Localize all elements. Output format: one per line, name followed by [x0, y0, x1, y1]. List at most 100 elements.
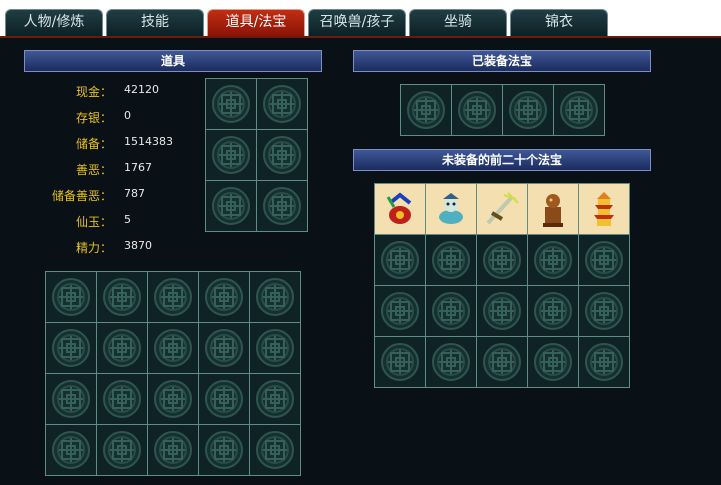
- empty-slot-medallion-icon: [256, 329, 294, 367]
- fabao-empty-slot[interactable]: [579, 235, 629, 285]
- stat-label: 精力：: [75, 241, 112, 255]
- stat-karma: 善恶： 1767: [40, 161, 220, 181]
- inventory-slot[interactable]: [46, 272, 96, 322]
- equipment-slot[interactable]: [206, 79, 256, 129]
- equipment-slot[interactable]: [206, 130, 256, 180]
- stat-value: 1514383: [124, 135, 173, 148]
- inventory-slot[interactable]: [46, 425, 96, 475]
- tab-bar: 人物/修炼 技能 道具/法宝 召唤兽/孩子 坐骑 锦衣: [0, 0, 721, 38]
- fabao-item-slot[interactable]: [528, 184, 578, 234]
- inventory-slot[interactable]: [97, 425, 147, 475]
- tab-skills[interactable]: 技能: [106, 9, 204, 36]
- empty-slot-medallion-icon: [483, 292, 521, 330]
- empty-slot-medallion-icon: [407, 91, 445, 129]
- inventory-slot[interactable]: [97, 272, 147, 322]
- stat-value: 5: [124, 213, 131, 226]
- fabao-item-slot[interactable]: [375, 184, 425, 234]
- inventory-slot[interactable]: [97, 323, 147, 373]
- fabao-empty-slot[interactable]: [375, 286, 425, 336]
- inventory-slot[interactable]: [250, 374, 300, 424]
- equipment-slot[interactable]: [257, 79, 307, 129]
- empty-slot-medallion-icon: [205, 431, 243, 469]
- empty-slot-medallion-icon: [534, 292, 572, 330]
- stat-energy: 精力： 3870: [40, 239, 220, 259]
- stat-label: 善恶：: [75, 163, 112, 177]
- fabao-pagoda-icon: [594, 192, 614, 226]
- fabao-empty-slot[interactable]: [375, 337, 425, 387]
- inventory-slot[interactable]: [199, 272, 249, 322]
- empty-slot-medallion-icon: [154, 431, 192, 469]
- tab-outfit[interactable]: 锦衣: [510, 9, 608, 36]
- equipped-fabao-slot[interactable]: [503, 85, 553, 135]
- inventory-slot[interactable]: [46, 374, 96, 424]
- fabao-item-slot[interactable]: [426, 184, 476, 234]
- fabao-empty-slot[interactable]: [375, 235, 425, 285]
- stat-label: 现金：: [75, 85, 112, 99]
- empty-slot-medallion-icon: [432, 241, 470, 279]
- equipped-fabao-slot[interactable]: [554, 85, 604, 135]
- empty-slot-medallion-icon: [585, 241, 623, 279]
- stat-value: 1767: [124, 161, 152, 174]
- fabao-empty-slot[interactable]: [426, 286, 476, 336]
- stat-reserve-karma: 储备善恶： 787: [40, 187, 220, 207]
- fabao-empty-slot[interactable]: [477, 286, 527, 336]
- equipment-grid: [205, 78, 308, 232]
- empty-slot-medallion-icon: [212, 136, 250, 174]
- empty-slot-medallion-icon: [103, 380, 141, 418]
- inventory-slot[interactable]: [97, 374, 147, 424]
- fabao-fan-icon: [386, 192, 412, 224]
- equipment-slot[interactable]: [257, 181, 307, 231]
- empty-slot-medallion-icon: [509, 91, 547, 129]
- inventory-slot[interactable]: [199, 425, 249, 475]
- fabao-empty-slot[interactable]: [579, 286, 629, 336]
- tab-summons[interactable]: 召唤兽/孩子: [308, 9, 406, 36]
- inventory-slot[interactable]: [199, 323, 249, 373]
- empty-slot-medallion-icon: [381, 292, 419, 330]
- empty-slot-medallion-icon: [205, 380, 243, 418]
- empty-slot-medallion-icon: [52, 329, 90, 367]
- equipped-fabao-slot[interactable]: [401, 85, 451, 135]
- empty-slot-medallion-icon: [154, 380, 192, 418]
- empty-slot-medallion-icon: [154, 329, 192, 367]
- fabao-empty-slot[interactable]: [528, 286, 578, 336]
- items-section-title: 道具: [23, 49, 323, 73]
- inventory-slot[interactable]: [148, 272, 198, 322]
- empty-slot-medallion-icon: [154, 278, 192, 316]
- tab-mounts[interactable]: 坐骑: [409, 9, 507, 36]
- empty-slot-medallion-icon: [381, 343, 419, 381]
- inventory-slot[interactable]: [250, 272, 300, 322]
- inventory-slot[interactable]: [148, 425, 198, 475]
- empty-slot-medallion-icon: [256, 380, 294, 418]
- tab-character[interactable]: 人物/修炼: [5, 9, 103, 36]
- fabao-empty-slot[interactable]: [528, 337, 578, 387]
- stat-value: 787: [124, 187, 145, 200]
- fabao-empty-slot[interactable]: [426, 337, 476, 387]
- fabao-sword-icon: [486, 192, 519, 225]
- stat-label: 仙玉：: [75, 215, 112, 229]
- equipment-slot[interactable]: [257, 130, 307, 180]
- fabao-empty-slot[interactable]: [579, 337, 629, 387]
- fabao-empty-slot[interactable]: [477, 337, 527, 387]
- inventory-slot[interactable]: [250, 425, 300, 475]
- inventory-grid: [45, 271, 301, 476]
- inventory-slot[interactable]: [148, 374, 198, 424]
- fabao-empty-slot[interactable]: [477, 235, 527, 285]
- empty-slot-medallion-icon: [458, 91, 496, 129]
- empty-slot-medallion-icon: [212, 187, 250, 225]
- inventory-slot[interactable]: [199, 374, 249, 424]
- equipment-slot[interactable]: [206, 181, 256, 231]
- equipped-fabao-slot[interactable]: [452, 85, 502, 135]
- inventory-slot[interactable]: [250, 323, 300, 373]
- inventory-slot[interactable]: [46, 323, 96, 373]
- empty-slot-medallion-icon: [212, 85, 250, 123]
- fabao-empty-slot[interactable]: [528, 235, 578, 285]
- stat-deposit: 存银： 0: [40, 109, 220, 129]
- fabao-empty-slot[interactable]: [426, 235, 476, 285]
- empty-slot-medallion-icon: [560, 91, 598, 129]
- fabao-item-slot[interactable]: [477, 184, 527, 234]
- stat-reserve: 储备： 1514383: [40, 135, 220, 155]
- stat-value: 0: [124, 109, 131, 122]
- tab-items[interactable]: 道具/法宝: [207, 9, 305, 36]
- fabao-item-slot[interactable]: [579, 184, 629, 234]
- inventory-slot[interactable]: [148, 323, 198, 373]
